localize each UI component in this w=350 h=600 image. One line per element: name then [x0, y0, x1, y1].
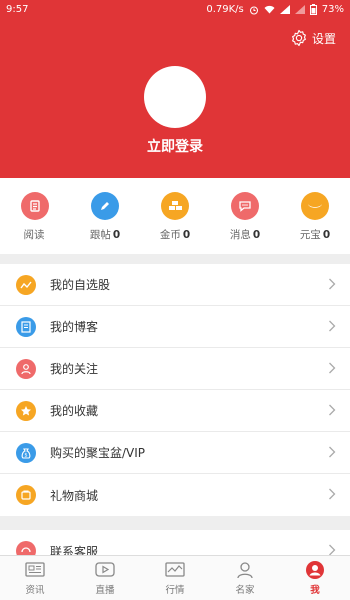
gold-bars-icon — [161, 192, 189, 220]
stat-count: 0 — [322, 229, 331, 241]
bottom-tab-bar: 资讯 直播 行情 名家 我 — [0, 555, 350, 600]
menu-label: 我的收藏 — [50, 404, 99, 418]
stats-bar: 阅读 跟帖 0 金币 0 消息 0 元宝 0 — [0, 178, 350, 254]
book-icon — [21, 192, 49, 220]
follow-user-icon — [16, 358, 36, 379]
wifi-icon — [264, 5, 275, 14]
tab-news[interactable]: 资讯 — [0, 556, 70, 600]
tab-label: 我 — [310, 585, 320, 596]
pencil-icon — [91, 192, 119, 220]
market-icon — [165, 562, 185, 577]
blog-icon — [16, 316, 36, 337]
stat-ingots[interactable]: 元宝 0 — [280, 178, 350, 254]
profile-header: 9:57 0.79K/s 73% 设置 立即登录 — [0, 0, 350, 178]
status-bar: 9:57 0.79K/s 73% — [0, 0, 350, 20]
chevron-right-icon — [329, 488, 336, 500]
menu-item-my-stocks[interactable]: 我的自选股 — [0, 264, 350, 306]
money-bag-icon: $ — [16, 442, 36, 463]
battery-icon — [309, 4, 317, 15]
chevron-right-icon — [329, 320, 336, 332]
status-time: 9:57 — [6, 4, 29, 15]
menu-item-gift-shop[interactable]: 礼物商城 — [0, 474, 350, 516]
menu-item-purchased-vip[interactable]: $ 购买的聚宝盆/VIP — [0, 432, 350, 474]
menu-label: 购买的聚宝盆/VIP — [50, 446, 146, 460]
gear-icon — [292, 29, 306, 47]
stat-coins[interactable]: 金币 0 — [140, 178, 210, 254]
ingot-icon — [301, 192, 329, 220]
stat-count: 0 — [112, 229, 121, 241]
tab-live[interactable]: 直播 — [70, 556, 140, 600]
menu-item-my-follows[interactable]: 我的关注 — [0, 348, 350, 390]
menu-label: 礼物商城 — [50, 488, 99, 503]
stat-reading[interactable]: 阅读 — [0, 178, 70, 254]
login-button[interactable]: 立即登录 — [0, 136, 350, 156]
stat-label: 金币 — [159, 229, 181, 241]
star-icon — [16, 400, 36, 421]
stat-label: 元宝 — [299, 229, 321, 241]
live-icon — [95, 562, 115, 577]
chat-icon — [231, 192, 259, 220]
menu-item-my-blog[interactable]: 我的博客 — [0, 306, 350, 348]
stat-count: 0 — [252, 229, 261, 241]
status-indicators: 0.79K/s 73% — [206, 4, 344, 15]
gift-shop-icon — [16, 485, 36, 505]
chevron-right-icon — [329, 446, 336, 458]
tab-me[interactable]: 我 — [280, 556, 350, 600]
tab-market[interactable]: 行情 — [140, 556, 210, 600]
tab-label: 直播 — [95, 585, 115, 596]
menu-list: 我的自选股 我的博客 我的关注 我的收藏 $ 购买的聚宝盆/VIP 礼物商城 — [0, 264, 350, 516]
chevron-right-icon — [329, 404, 336, 416]
stat-label: 消息 — [229, 229, 251, 241]
menu-label: 我的自选股 — [50, 278, 111, 292]
me-icon — [306, 561, 324, 579]
alarm-icon — [249, 6, 258, 14]
stat-label: 阅读 — [23, 229, 45, 241]
stat-replies[interactable]: 跟帖 0 — [70, 178, 140, 254]
stat-label: 跟帖 — [89, 229, 111, 241]
chevron-right-icon — [329, 362, 336, 374]
menu-item-my-favorites[interactable]: 我的收藏 — [0, 390, 350, 432]
signal-icon-2 — [294, 5, 305, 14]
menu-label: 我的博客 — [50, 320, 99, 334]
battery-level: 73% — [321, 4, 344, 15]
tab-label: 资讯 — [25, 585, 45, 596]
tab-label: 名家 — [235, 585, 255, 596]
avatar[interactable] — [144, 66, 206, 128]
settings-button[interactable]: 设置 — [290, 29, 336, 47]
svg-text:$: $ — [24, 452, 27, 458]
tab-label: 行情 — [165, 585, 185, 596]
tab-experts[interactable]: 名家 — [210, 556, 280, 600]
stock-trend-icon — [16, 274, 36, 295]
stat-messages[interactable]: 消息 0 — [210, 178, 280, 254]
menu-label: 我的关注 — [50, 362, 99, 376]
network-speed: 0.79K/s — [206, 4, 244, 15]
settings-label: 设置 — [311, 31, 336, 46]
expert-icon — [237, 562, 253, 579]
news-icon — [25, 562, 45, 577]
chevron-right-icon — [329, 278, 336, 290]
signal-icon — [279, 5, 290, 14]
stat-count: 0 — [182, 229, 191, 241]
